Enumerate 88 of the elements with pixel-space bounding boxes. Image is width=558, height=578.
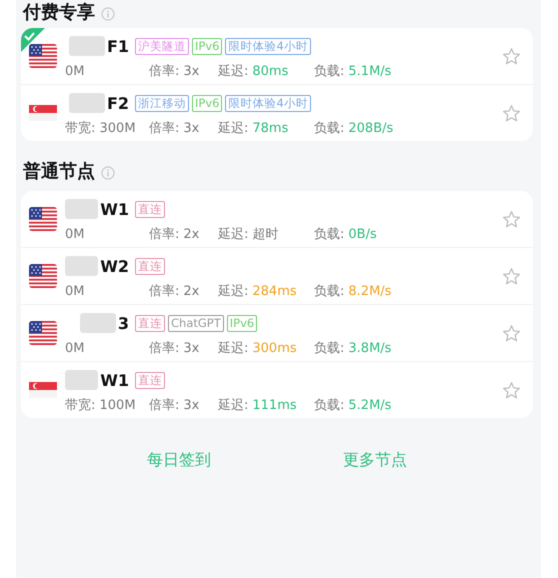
latency-label: 延迟: [218, 63, 248, 80]
rate-label: 倍率: [149, 120, 180, 137]
latency-value: 超时 [252, 226, 278, 243]
load-label: 负载: [314, 340, 344, 357]
rate-value: 3x [183, 121, 200, 136]
star-icon[interactable] [502, 324, 521, 342]
bandwidth-text: 0M [65, 284, 86, 299]
latency-label: 延迟: [218, 120, 248, 137]
node-name: F1 [106, 36, 129, 56]
node-row[interactable]: F1 沪美隧道 IPv6 限时体验4小时 0M 倍率: 3x 延迟: 80ms 负载: 5.1M/s [21, 28, 533, 85]
node-name: 3 [118, 314, 129, 332]
rate-label: 倍率: [149, 226, 180, 243]
bandwidth-text: 0M [65, 227, 86, 242]
bandwidth-text: 0M [65, 64, 86, 79]
load-value: 3.8M/s [348, 341, 392, 356]
star-icon[interactable] [502, 104, 521, 122]
blur-patch [68, 93, 105, 113]
tag: 沪美隧道 [135, 38, 189, 54]
rate-value: 3x [183, 398, 200, 413]
load-value: 8.2M/s [348, 284, 392, 299]
load-value: 0B/s [348, 227, 377, 242]
blur-patch [68, 36, 105, 56]
latency-label: 延迟: [218, 283, 248, 300]
tag: 限时体验4小时 [225, 94, 311, 112]
node-row[interactable]: W2 直连 0M 倍率: 2x 延迟: 284ms 负载: 8.2M/s [21, 248, 533, 305]
tag: 直连 [135, 314, 165, 332]
node-name: W1 [100, 370, 129, 390]
latency-value: 300ms [252, 341, 297, 356]
flag-icon [29, 207, 57, 231]
star-icon[interactable] [502, 380, 521, 400]
load-label: 负载: [314, 397, 344, 414]
bandwidth-text: 带宽: 300M [65, 120, 137, 137]
flag-icon [29, 382, 57, 398]
node-name: W2 [100, 256, 129, 276]
rate-value: 2x [183, 284, 200, 299]
latency-label: 延迟: [218, 397, 248, 414]
node-row[interactable]: 3 直连 ChatGPT IPv6 0M 倍率: 3x 延迟: 300ms 负载: 3.8M/s [21, 305, 533, 362]
section-title: 付费专享 [23, 1, 95, 24]
blur-patch [65, 199, 98, 219]
tag: 限时体验4小时 [225, 38, 311, 54]
blur-patch [65, 370, 98, 390]
bandwidth-text: 带宽: 100M [65, 397, 137, 414]
load-label: 负载: [314, 226, 344, 243]
blur-patch [80, 313, 116, 333]
tag: IPv6 [192, 94, 222, 112]
node-name: F2 [106, 94, 129, 112]
latency-value: 284ms [252, 284, 297, 299]
bandwidth-text: 0M [65, 341, 86, 356]
flag-icon [29, 264, 57, 288]
flag-icon [29, 321, 57, 345]
tag: 直连 [135, 200, 165, 218]
rate-value: 2x [183, 227, 200, 242]
rate-label: 倍率: [149, 283, 180, 300]
latency-value: 80ms [252, 64, 288, 79]
load-value: 208B/s [348, 121, 394, 136]
blur-patch [65, 256, 98, 276]
load-label: 负载: [314, 120, 344, 137]
section-title: 普通节点 [23, 160, 95, 183]
star-icon[interactable] [502, 46, 521, 66]
latency-label: 延迟: [218, 226, 248, 243]
info-icon [101, 166, 115, 180]
tag: IPv6 [226, 314, 258, 332]
node-row[interactable]: W1 直连 带宽: 100M 倍率: 3x 延迟: 111ms 负载: 5.2M/s [21, 362, 533, 418]
tag: ChatGPT [168, 314, 224, 332]
star-icon[interactable] [502, 210, 521, 228]
rate-value: 3x [183, 341, 200, 356]
load-label: 负载: [314, 283, 344, 300]
rate-label: 倍率: [149, 340, 180, 357]
flag-icon [29, 44, 57, 68]
flag-icon [29, 105, 57, 121]
load-label: 负载: [314, 63, 344, 80]
load-value: 5.2M/s [348, 398, 392, 413]
tag: IPv6 [192, 38, 222, 54]
node-row[interactable]: W1 直连 0M 倍率: 2x 延迟: 超时 负载: 0B/s [21, 191, 533, 248]
tag: 直连 [135, 258, 165, 274]
latency-label: 延迟: [218, 340, 248, 357]
latency-value: 111ms [252, 398, 297, 413]
rate-value: 3x [183, 64, 200, 79]
node-name: W1 [100, 200, 129, 218]
load-value: 5.1M/s [348, 64, 392, 79]
tag: 浙江移动 [135, 94, 189, 112]
rate-label: 倍率: [149, 63, 180, 80]
info-icon [101, 6, 115, 20]
node-row[interactable]: F2 浙江移动 IPv6 限时体验4小时 带宽: 300M 倍率: 3x 延迟: 78ms 负载: 208B/s [21, 85, 533, 141]
latency-value: 78ms [252, 121, 288, 136]
star-icon[interactable] [502, 266, 521, 286]
tag: 直连 [135, 372, 165, 388]
rate-label: 倍率: [149, 397, 180, 414]
